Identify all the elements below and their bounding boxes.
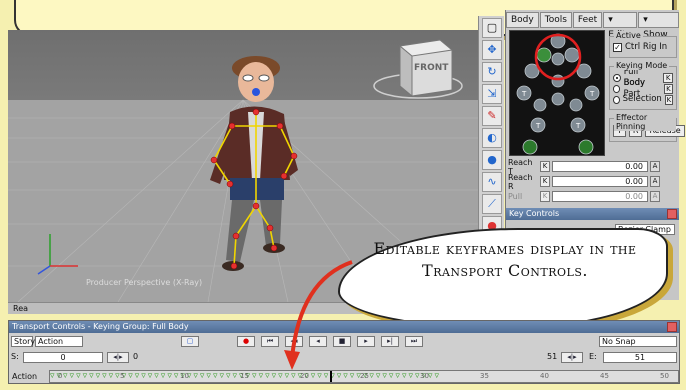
callout-arrow-overlay bbox=[284, 260, 353, 370]
callout-arrow bbox=[290, 260, 353, 359]
callout-arrowhead bbox=[284, 350, 300, 370]
